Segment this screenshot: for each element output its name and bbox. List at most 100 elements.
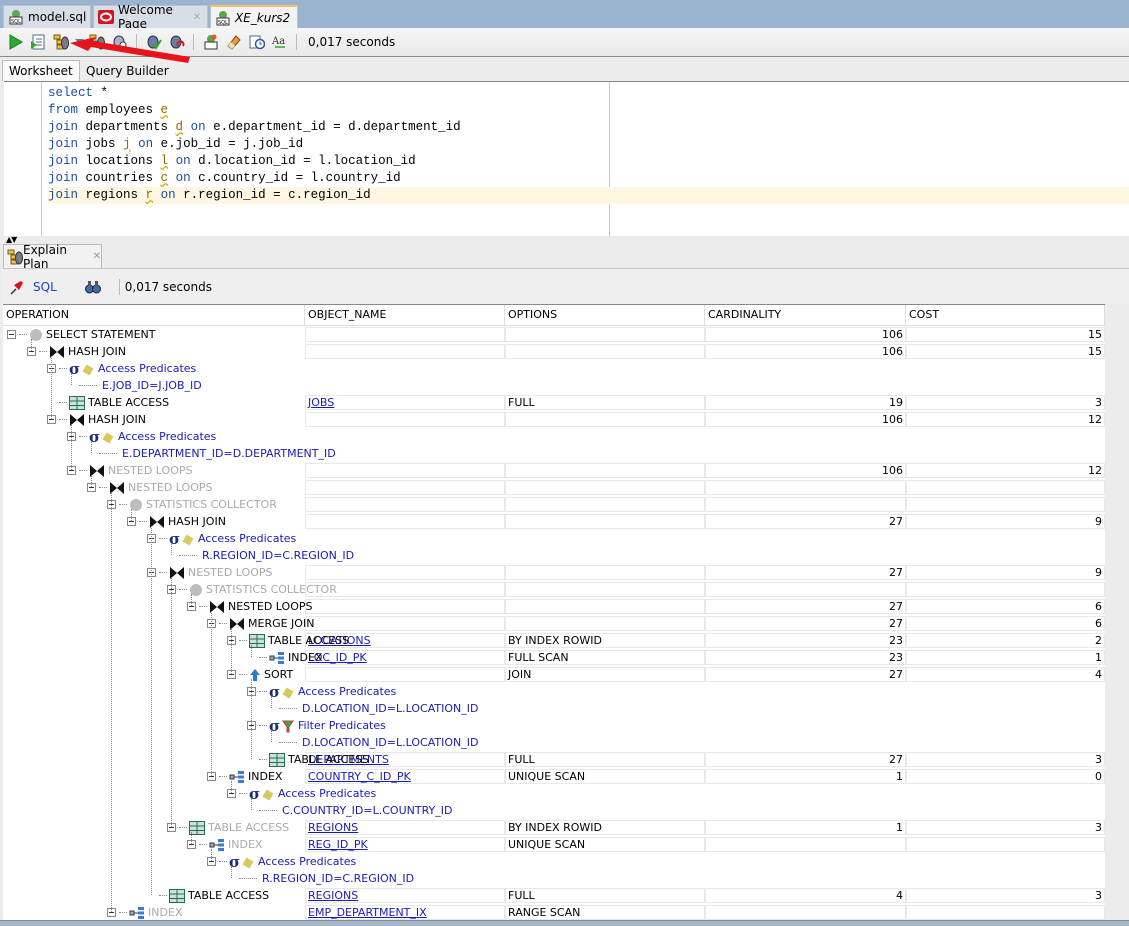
code-line[interactable]: join locations l on d.location_id = l.lo…: [48, 153, 1129, 170]
tree-node[interactable]: D.LOCATION_ID=L.LOCATION_ID: [267, 734, 478, 751]
table-row[interactable]: TABLE ACCESS LOCATIONS BY INDEX ROWID 23 2: [3, 632, 1105, 649]
binoculars-icon[interactable]: [84, 279, 101, 295]
tree-node[interactable]: STATISTICS COLLECTOR: [107, 496, 277, 513]
predicate-row[interactable]: R.REGION_ID=C.REGION_ID: [3, 547, 1105, 564]
table-row[interactable]: INDEX REG_ID_PK UNIQUE SCAN: [3, 836, 1105, 853]
explain-plan-tree-table[interactable]: OPERATION OBJECT_NAME OPTIONS CARDINALIT…: [3, 304, 1105, 922]
table-row[interactable]: NESTED LOOPS 27 9: [3, 564, 1105, 581]
tree-node[interactable]: NESTED LOOPS: [87, 479, 212, 496]
tree-node[interactable]: INDEX: [187, 836, 262, 853]
tree-node[interactable]: TABLE ACCESS: [247, 751, 369, 768]
predicate-row[interactable]: C.COUNTRY_ID=L.COUNTRY_ID: [3, 802, 1105, 819]
predicate-row[interactable]: σ Access Predicates: [3, 853, 1105, 870]
tree-node[interactable]: TABLE ACCESS: [147, 887, 269, 904]
table-row[interactable]: INDEX LOC_ID_PK FULL SCAN 23 1: [3, 649, 1105, 666]
sql-link[interactable]: SQL: [33, 280, 57, 294]
predicate-row[interactable]: σ Filter Predicates: [3, 717, 1105, 734]
sql-tuning-advisor-button[interactable]: [109, 31, 131, 53]
tab-worksheet[interactable]: Worksheet: [2, 60, 80, 81]
tree-node[interactable]: INDEX: [107, 904, 182, 921]
sql-history-button[interactable]: [246, 31, 268, 53]
tree-node[interactable]: SORT: [227, 666, 293, 683]
autotrace-button[interactable]: [86, 31, 108, 53]
run-script-button[interactable]: [27, 31, 49, 53]
table-row[interactable]: NESTED LOOPS 27 6: [3, 598, 1105, 615]
table-row[interactable]: TABLE ACCESS JOBS FULL 19 3: [3, 394, 1105, 411]
clear-button[interactable]: [223, 31, 245, 53]
table-row[interactable]: HASH JOIN 27 9: [3, 513, 1105, 530]
table-row[interactable]: STATISTICS COLLECTOR: [3, 496, 1105, 513]
tree-node[interactable]: D.LOCATION_ID=L.LOCATION_ID: [267, 700, 478, 717]
table-row[interactable]: TABLE ACCESS REGIONS FULL 4 3: [3, 887, 1105, 904]
tree-node[interactable]: σ Access Predicates: [147, 530, 296, 547]
predicate-row[interactable]: σ Access Predicates: [3, 428, 1105, 445]
tree-node[interactable]: σ Access Predicates: [47, 360, 196, 377]
predicate-row[interactable]: D.LOCATION_ID=L.LOCATION_ID: [3, 700, 1105, 717]
code-line[interactable]: join countries c on c.country_id = l.cou…: [48, 170, 1129, 187]
table-row[interactable]: MERGE JOIN 27 6: [3, 615, 1105, 632]
tree-node[interactable]: σ Access Predicates: [207, 853, 356, 870]
tab-query-builder[interactable]: Query Builder: [80, 60, 175, 81]
expand-collapse-arrows-icon[interactable]: ▲▼: [6, 235, 17, 244]
predicate-row[interactable]: σ Access Predicates: [3, 360, 1105, 377]
column-header-cardinality[interactable]: CARDINALITY: [705, 305, 906, 325]
code-line[interactable]: join jobs j on e.job_id = j.job_id: [48, 136, 1129, 153]
tree-node[interactable]: σ Access Predicates: [247, 683, 396, 700]
rollback-button[interactable]: [166, 31, 188, 53]
predicate-row[interactable]: σ Access Predicates: [3, 683, 1105, 700]
tab-explain-plan[interactable]: Explain Plan ✕: [3, 243, 102, 271]
column-header-object-name[interactable]: OBJECT_NAME: [305, 305, 505, 325]
predicate-row[interactable]: σ Access Predicates: [3, 530, 1105, 547]
panel-splitter[interactable]: ▲▼: [0, 235, 1129, 244]
predicate-row[interactable]: E.DEPARTMENT_ID=D.DEPARTMENT_ID: [3, 445, 1105, 462]
tree-node[interactable]: HASH JOIN: [47, 411, 146, 428]
collapse-toggle-icon[interactable]: [7, 330, 16, 339]
table-row[interactable]: TABLE ACCESS REGIONS BY INDEX ROWID 1 3: [3, 819, 1105, 836]
tab-xe-kurs2[interactable]: SQL XE_kurs2 ✕: [210, 5, 309, 28]
tree-node[interactable]: SELECT STATEMENT: [7, 326, 155, 343]
tree-node[interactable]: TABLE ACCESS: [47, 394, 169, 411]
tree-node[interactable]: σ Filter Predicates: [247, 717, 386, 734]
tree-node[interactable]: R.REGION_ID=C.REGION_ID: [167, 547, 354, 564]
tree-node[interactable]: INDEX: [247, 649, 322, 666]
sql-code[interactable]: select * from employees e join departments…: [48, 85, 1129, 204]
vertical-scrollbar[interactable]: [1105, 304, 1129, 921]
format-case-button[interactable]: Aa: [269, 31, 291, 53]
tree-node[interactable]: NESTED LOOPS: [67, 462, 192, 479]
column-header-cost[interactable]: COST: [906, 305, 1105, 325]
commit-button[interactable]: [143, 31, 165, 53]
predicate-row[interactable]: E.JOB_ID=J.JOB_ID: [3, 377, 1105, 394]
predicate-row[interactable]: R.REGION_ID=C.REGION_ID: [3, 870, 1105, 887]
tree-node[interactable]: NESTED LOOPS: [147, 564, 272, 581]
close-icon[interactable]: ✕: [300, 12, 308, 23]
object-name-cell[interactable]: JOBS: [305, 395, 505, 410]
table-row[interactable]: STATISTICS COLLECTOR: [3, 581, 1105, 598]
tab-welcome-page[interactable]: Welcome Page ✕: [93, 3, 208, 31]
predicate-row[interactable]: D.LOCATION_ID=L.LOCATION_ID: [3, 734, 1105, 751]
tree-node[interactable]: TABLE ACCESS: [227, 632, 349, 649]
table-row[interactable]: INDEX EMP_DEPARTMENT_IX RANGE SCAN: [3, 904, 1105, 921]
table-row[interactable]: SORT JOIN 27 4: [3, 666, 1105, 683]
object-name-cell[interactable]: EMP_DEPARTMENT_IX: [305, 905, 505, 920]
table-row[interactable]: TABLE ACCESS DEPARTMENTS FULL 27 3: [3, 751, 1105, 768]
object-name-cell[interactable]: COUNTRY_C_ID_PK: [305, 769, 505, 784]
table-row[interactable]: NESTED LOOPS: [3, 479, 1105, 496]
tree-node[interactable]: HASH JOIN: [127, 513, 226, 530]
object-name-cell[interactable]: REG_ID_PK: [305, 837, 505, 852]
code-line[interactable]: from employees e: [48, 102, 1129, 119]
table-row[interactable]: HASH JOIN 106 15: [3, 343, 1105, 360]
code-line[interactable]: join regions r on r.region_id = c.region…: [48, 187, 1129, 204]
sql-editor[interactable]: select * from employees e join departments…: [4, 81, 1129, 237]
tree-node[interactable]: STATISTICS COLLECTOR: [167, 581, 337, 598]
tree-node[interactable]: E.DEPARTMENT_ID=D.DEPARTMENT_ID: [87, 445, 336, 462]
tree-node[interactable]: R.REGION_ID=C.REGION_ID: [227, 870, 414, 887]
explain-plan-dropdown[interactable]: [73, 31, 85, 53]
explain-plan-button[interactable]: [50, 31, 72, 53]
column-header-options[interactable]: OPTIONS: [505, 305, 705, 325]
tab-model-sql[interactable]: SQL model.sql ✕: [3, 5, 105, 28]
tree-node[interactable]: C.COUNTRY_ID=L.COUNTRY_ID: [247, 802, 452, 819]
close-icon[interactable]: ✕: [193, 12, 201, 23]
tree-node[interactable]: NESTED LOOPS: [187, 598, 312, 615]
column-header-operation[interactable]: OPERATION: [3, 305, 305, 325]
tree-node[interactable]: INDEX: [207, 768, 282, 785]
